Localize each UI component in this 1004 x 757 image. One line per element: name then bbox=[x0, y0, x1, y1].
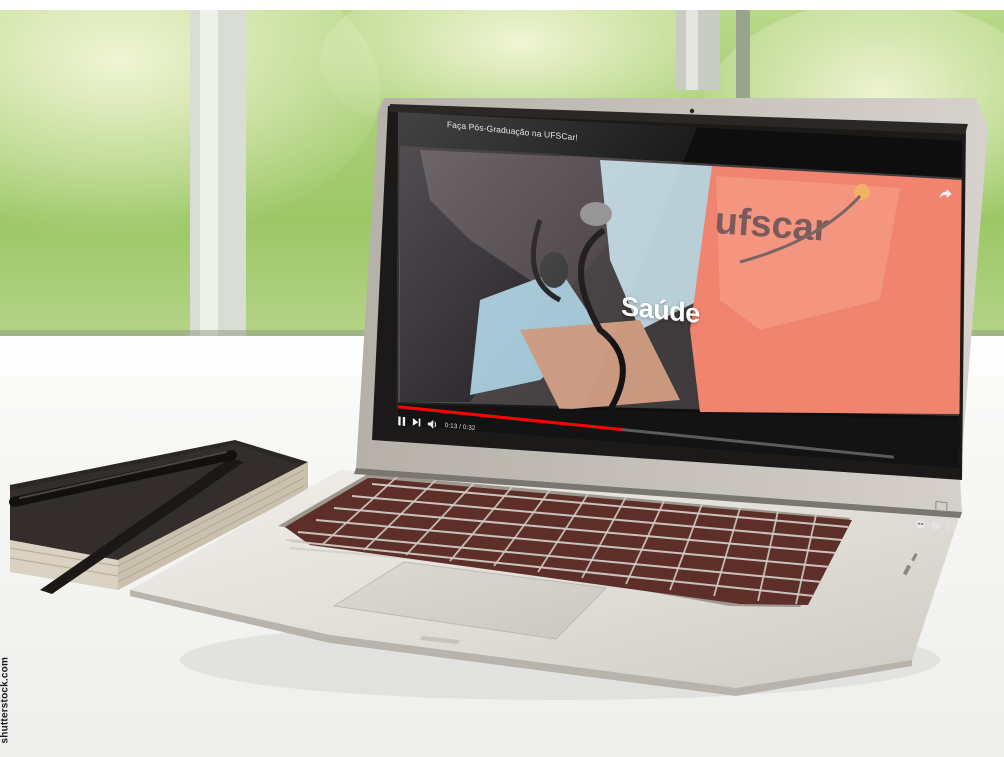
watermark-text: shutterstock.com bbox=[0, 656, 11, 744]
fullscreen-icon[interactable] bbox=[946, 521, 956, 532]
volume-icon[interactable] bbox=[427, 419, 438, 429]
player-logo-icon[interactable] bbox=[935, 500, 948, 513]
pause-icon[interactable] bbox=[398, 415, 406, 426]
gear-icon[interactable] bbox=[931, 520, 940, 530]
share-icon[interactable] bbox=[939, 187, 953, 200]
video-player[interactable]: Faça Pós-Graduação na UFSCar! Saúde 0:13… bbox=[391, 108, 967, 532]
video-overlay-caption: Saúde bbox=[620, 290, 700, 329]
player-controls: 0:13 / 0:32 bbox=[398, 413, 476, 435]
captions-icon[interactable] bbox=[916, 519, 925, 528]
chevron-down-icon[interactable] bbox=[629, 459, 637, 472]
next-icon[interactable] bbox=[412, 417, 421, 427]
time-display: 0:13 / 0:32 bbox=[444, 421, 476, 432]
